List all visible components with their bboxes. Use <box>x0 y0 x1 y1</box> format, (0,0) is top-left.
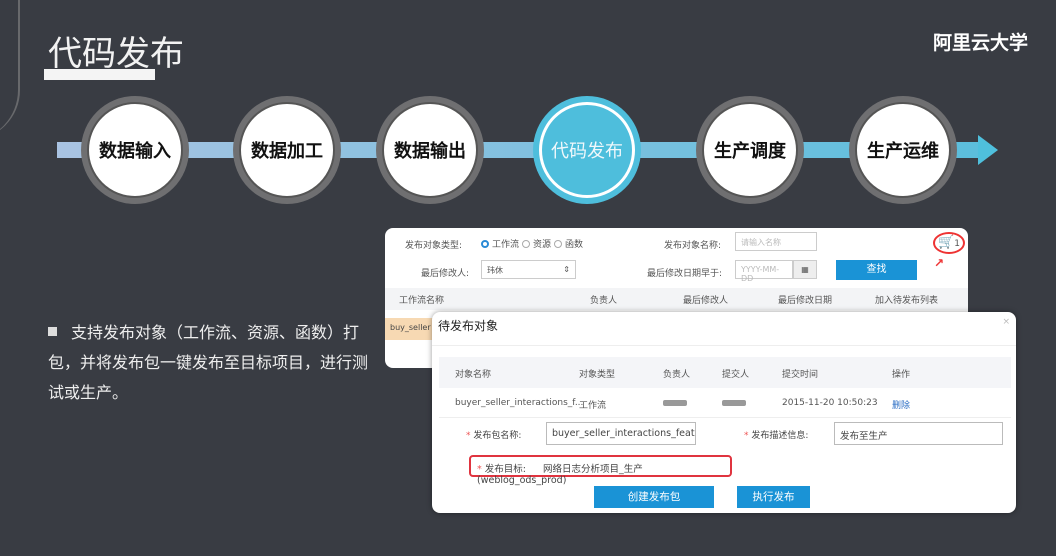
type-label: 发布对象类型: <box>405 241 463 251</box>
description-input[interactable]: 发布至生产 <box>834 422 1003 445</box>
column-header: 工作流名称 <box>399 295 445 306</box>
object-name: buyer_seller_interactions_f... <box>455 398 584 408</box>
modifier-label: 最后修改人: <box>421 269 470 279</box>
step-label: 数据输入 <box>87 102 183 198</box>
divider <box>432 345 1016 346</box>
name-input[interactable]: 请输入名称 <box>735 232 817 251</box>
name-label: 发布对象名称: <box>664 241 722 251</box>
step-operations: 生产运维 <box>849 96 957 204</box>
column-header: 操作 <box>892 370 911 380</box>
column-header: 提交人 <box>722 370 750 380</box>
label-text: 发布包名称: <box>473 431 522 441</box>
table-row[interactable]: buy_seller <box>385 318 435 340</box>
brand-logo-text: 阿里云大学 <box>932 32 1028 54</box>
column-header: 负责人 <box>590 295 618 306</box>
close-icon[interactable]: × <box>1002 317 1010 327</box>
select-arrows-icon: ⇕ <box>563 265 570 274</box>
table-row: buyer_seller_interactions_f... 工作流 2015-… <box>439 388 1011 418</box>
step-data-output: 数据输出 <box>376 96 484 204</box>
step-scheduling: 生产调度 <box>696 96 804 204</box>
label-text: 发布描述信息: <box>751 431 809 441</box>
step-data-processing: 数据加工 <box>233 96 341 204</box>
required-mark: * <box>466 431 471 441</box>
column-header: 加入待发布列表 <box>875 295 939 306</box>
column-header: 提交时间 <box>782 370 819 380</box>
slide-title: 代码发布 <box>48 34 184 74</box>
cart-button[interactable]: 🛒1 <box>933 232 965 254</box>
column-header: 对象名称 <box>455 370 492 380</box>
calendar-icon[interactable]: ▦ <box>793 260 817 279</box>
radio-function[interactable] <box>554 239 563 248</box>
step-code-release: 代码发布 <box>533 96 641 204</box>
modal-title: 待发布对象 <box>438 319 499 333</box>
cart-count: 1 <box>954 239 960 249</box>
modal-table-header: 对象名称 对象类型 负责人 提交人 提交时间 操作 <box>439 357 1011 388</box>
package-name-label: * 发布包名称: <box>466 428 521 441</box>
type-radio-group: 工作流 资源 函数 <box>481 237 583 250</box>
submitter-redacted <box>722 400 746 406</box>
description-label: * 发布描述信息: <box>744 428 808 441</box>
step-label: 生产调度 <box>702 102 798 198</box>
step-label: 代码发布 <box>539 102 635 198</box>
title-underline <box>44 69 155 80</box>
modifier-value: 玮休 <box>487 266 503 275</box>
step-data-input: 数据输入 <box>81 96 189 204</box>
release-target-field[interactable]: * 发布目标: 网络日志分析项目_生产(weblog_ods_prod) <box>469 455 732 486</box>
radio-resource[interactable] <box>522 239 531 248</box>
owner-redacted <box>663 400 687 406</box>
column-header: 负责人 <box>663 370 691 380</box>
column-header: 对象类型 <box>579 370 616 380</box>
date-input[interactable]: YYYY-MM-DD <box>735 260 793 283</box>
step-label: 数据加工 <box>239 102 335 198</box>
required-mark: * <box>744 431 749 441</box>
arrow-head-icon <box>978 135 998 165</box>
step-label: 生产运维 <box>855 102 951 198</box>
radio-label: 工作流 <box>492 240 520 250</box>
column-header: 最后修改人 <box>683 295 729 306</box>
red-arrow-icon: ↗ <box>934 256 945 270</box>
radio-label: 函数 <box>565 240 584 250</box>
date-label: 最后修改日期早于: <box>647 269 723 279</box>
radio-label: 资源 <box>533 240 552 250</box>
object-type: 工作流 <box>579 401 607 411</box>
column-header: 最后修改日期 <box>778 295 833 306</box>
package-name-input[interactable]: buyer_seller_interactions_featur_2015- <box>546 422 696 445</box>
submit-time: 2015-11-20 10:50:23 <box>782 398 878 408</box>
modifier-select[interactable]: 玮休 ⇕ <box>481 260 576 279</box>
create-package-button[interactable]: 创建发布包 <box>594 486 714 508</box>
search-button[interactable]: 查找 <box>836 260 917 280</box>
step-label: 数据输出 <box>382 102 478 198</box>
bullet-text: 支持发布对象（工作流、资源、函数）打包，并将发布包一键发布至目标项目，进行测试或… <box>48 323 369 402</box>
bullet-square-icon <box>48 327 57 336</box>
bullet-point: 支持发布对象（工作流、资源、函数）打包，并将发布包一键发布至目标项目，进行测试或… <box>48 318 378 408</box>
cart-icon: 🛒 <box>938 235 955 250</box>
execute-release-button[interactable]: 执行发布 <box>737 486 810 508</box>
delete-link[interactable]: 删除 <box>892 398 910 411</box>
pending-release-modal: 待发布对象 × 对象名称 对象类型 负责人 提交人 提交时间 操作 buyer_… <box>432 312 1016 513</box>
radio-workflow[interactable] <box>481 239 489 248</box>
table-header: 工作流名称 负责人 最后修改人 最后修改日期 加入待发布列表 <box>385 288 968 310</box>
process-arrow-bar <box>57 142 982 158</box>
decorative-curve <box>0 0 20 140</box>
required-mark: * <box>477 464 482 475</box>
target-label: 发布目标: <box>484 464 526 475</box>
